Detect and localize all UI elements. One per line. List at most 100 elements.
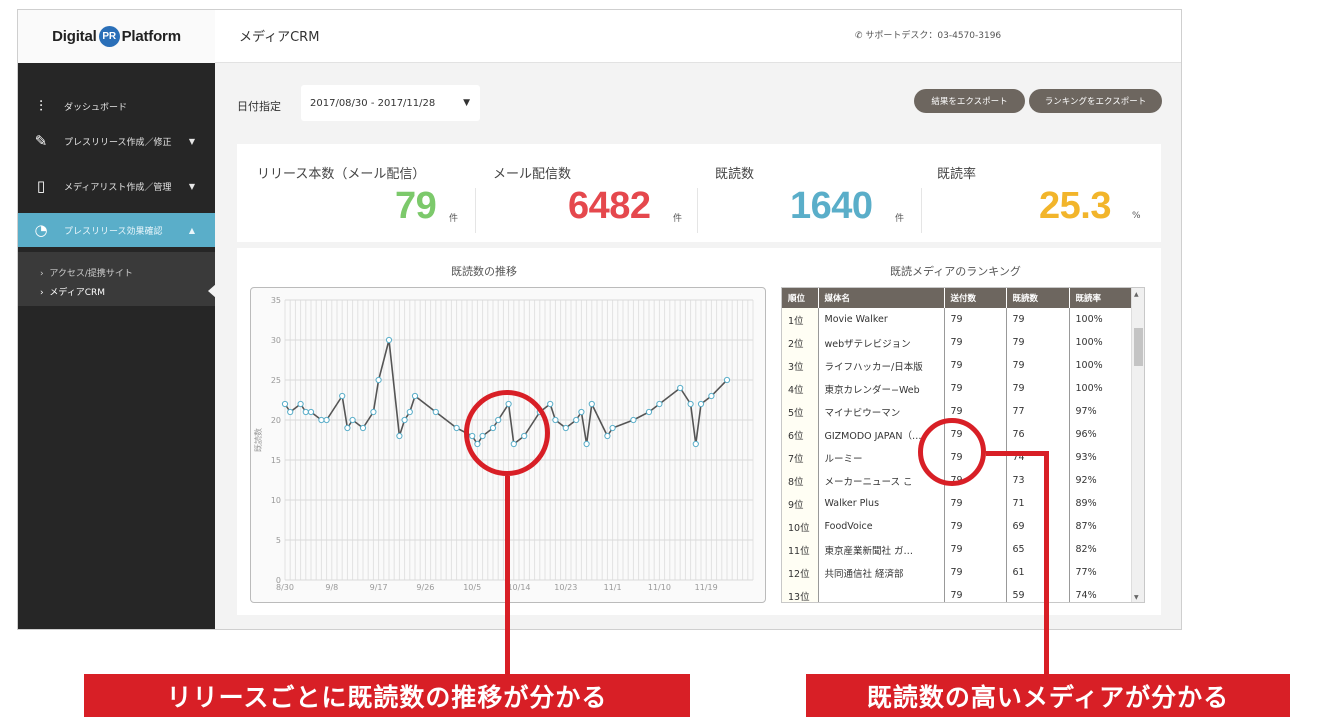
table-scrollbar[interactable]: ▲ ▼ bbox=[1131, 288, 1144, 602]
table-row[interactable]: 12位 共同通信社 経済部 79 61 77% bbox=[782, 561, 1133, 584]
notebook-icon: ▯ bbox=[36, 177, 46, 195]
table-cell: 100% bbox=[1069, 354, 1133, 377]
x-tick-label: 9/17 bbox=[370, 583, 388, 592]
stat-value-releases: 79 bbox=[395, 185, 437, 227]
table-cell: ライフハッカー/日本版 bbox=[818, 354, 945, 377]
table-cell: FoodVoice bbox=[818, 515, 945, 538]
ranking-header-cell[interactable]: 既読数 bbox=[1006, 288, 1070, 308]
logo-mark: PR bbox=[98, 26, 120, 47]
topbar: メディアCRM ✆ サポートデスク：03-4570-3196 bbox=[215, 10, 1181, 63]
table-cell: 79 bbox=[944, 331, 1007, 354]
x-tick-label: 11/1 bbox=[604, 583, 622, 592]
scroll-down-icon[interactable]: ▼ bbox=[1134, 594, 1139, 601]
data-point bbox=[375, 376, 382, 384]
logo[interactable]: Digital PR Platform bbox=[18, 10, 215, 63]
y-tick-label: 35 bbox=[271, 296, 281, 305]
divider bbox=[697, 188, 698, 233]
x-tick-label: 11/10 bbox=[648, 583, 671, 592]
data-point bbox=[645, 408, 653, 416]
table-cell: 74% bbox=[1069, 584, 1133, 602]
table-cell: 93% bbox=[1069, 446, 1133, 469]
stat-unit: 件 bbox=[895, 214, 905, 224]
scroll-up-icon[interactable]: ▲ bbox=[1134, 291, 1139, 298]
table-cell: 82% bbox=[1069, 538, 1133, 561]
x-tick-label: 11/19 bbox=[695, 583, 718, 592]
data-point bbox=[370, 408, 377, 416]
x-tick-label: 9/26 bbox=[416, 583, 434, 592]
table-cell: 79 bbox=[944, 308, 1007, 331]
y-tick-label: 5 bbox=[276, 536, 281, 545]
table-cell: 2位 bbox=[782, 331, 819, 354]
data-point bbox=[339, 392, 346, 400]
export-ranking-button[interactable]: ランキングをエクスポート bbox=[1029, 89, 1162, 113]
table-cell: 3位 bbox=[782, 354, 819, 377]
table-cell: 77 bbox=[1006, 400, 1070, 423]
data-point bbox=[349, 416, 356, 424]
stat-value-rate: 25.3 bbox=[1039, 185, 1111, 227]
stat-label-releases: リリース本数（メール配信） bbox=[257, 167, 426, 182]
chevron-down-icon: ▼ bbox=[188, 136, 195, 146]
x-tick-label: 8/30 bbox=[276, 583, 294, 592]
subnav-item-media-crm[interactable]: › メディアCRM bbox=[40, 285, 105, 298]
sidebar: Digital PR Platform ⫶ ダッシュボード ✎ プレスリリース作… bbox=[18, 10, 216, 629]
table-cell: 97% bbox=[1069, 400, 1133, 423]
table-row[interactable]: 9位 Walker Plus 79 71 89% bbox=[782, 492, 1133, 515]
divider bbox=[921, 188, 922, 233]
subnav-item-access[interactable]: › アクセス/提携サイト bbox=[40, 266, 133, 279]
chart-title: 既読数の推移 bbox=[451, 265, 517, 278]
data-point bbox=[656, 400, 663, 408]
table-cell: 79 bbox=[944, 561, 1007, 584]
table-row[interactable]: 13位 79 59 74% bbox=[782, 584, 1133, 602]
date-range-select[interactable]: 2017/08/30 - 2017/11/28 ▼ bbox=[301, 85, 480, 121]
chevron-up-icon: ▲ bbox=[188, 225, 195, 235]
export-results-button[interactable]: 結果をエクスポート bbox=[914, 89, 1025, 113]
y-axis-label: 既読数 bbox=[253, 428, 263, 452]
table-cell: 77% bbox=[1069, 561, 1133, 584]
date-range-value: 2017/08/30 - 2017/11/28 bbox=[310, 97, 436, 109]
data-point bbox=[677, 384, 684, 392]
ranking-header-cell[interactable]: 送付数 bbox=[944, 288, 1007, 308]
table-row[interactable]: 1位 Movie Walker 79 79 100% bbox=[782, 308, 1133, 331]
sidebar-item-effect-check[interactable]: ◔ プレスリリース効果確認 ▲ bbox=[18, 213, 215, 247]
data-point bbox=[396, 432, 403, 440]
pie-chart-icon: ◔ bbox=[34, 221, 48, 239]
data-point bbox=[281, 400, 289, 408]
table-cell: Walker Plus bbox=[818, 492, 945, 515]
sidebar-item-dashboard[interactable]: ⫶ ダッシュボード bbox=[18, 90, 215, 122]
data-point bbox=[287, 408, 294, 416]
scroll-thumb[interactable] bbox=[1134, 328, 1143, 366]
table-row[interactable]: 4位 東京カレンダー−Web 79 79 100% bbox=[782, 377, 1133, 400]
date-filter-label: 日付指定 bbox=[237, 100, 281, 113]
data-point bbox=[307, 408, 315, 416]
table-cell: Movie Walker bbox=[818, 308, 945, 331]
leader-line-chart bbox=[505, 476, 510, 674]
stat-unit: 件 bbox=[449, 214, 459, 224]
edit-icon: ✎ bbox=[34, 132, 48, 150]
table-row[interactable]: 10位 FoodVoice 79 69 87% bbox=[782, 515, 1133, 538]
data-point bbox=[323, 416, 330, 424]
ranking-header-row: 順位 媒体名 送付数 既読数 既読率 bbox=[782, 288, 1133, 308]
support-desk: ✆ サポートデスク：03-4570-3196 bbox=[855, 28, 1001, 41]
subnav: › アクセス/提携サイト › メディアCRM bbox=[18, 252, 215, 306]
table-cell: 79 bbox=[944, 538, 1007, 561]
y-tick-label: 20 bbox=[271, 416, 281, 425]
table-row[interactable]: 2位 webザテレビジョン 79 79 100% bbox=[782, 331, 1133, 354]
table-cell: 79 bbox=[1006, 331, 1070, 354]
table-cell: 9位 bbox=[782, 492, 819, 515]
table-cell: 73 bbox=[1006, 469, 1070, 492]
table-cell: マイナビウーマン bbox=[818, 400, 945, 423]
table-row[interactable]: 3位 ライフハッカー/日本版 79 79 100% bbox=[782, 354, 1133, 377]
data-point bbox=[578, 408, 585, 416]
data-point bbox=[630, 416, 637, 424]
ranking-header-cell[interactable]: 順位 bbox=[782, 288, 819, 308]
sidebar-item-label: メディアリスト作成／管理 bbox=[64, 182, 172, 193]
data-point bbox=[411, 392, 419, 400]
table-cell: 79 bbox=[944, 354, 1007, 377]
sidebar-item-media-list[interactable]: ▯ メディアリスト作成／管理 ▼ bbox=[18, 170, 215, 202]
stat-label-read: 既読数 bbox=[715, 167, 755, 182]
callout-right: 既読数の高いメディアが分かる bbox=[806, 674, 1290, 717]
ranking-header-cell[interactable]: 媒体名 bbox=[818, 288, 945, 308]
sidebar-item-press-release-edit[interactable]: ✎ プレスリリース作成／修正 ▼ bbox=[18, 125, 215, 157]
table-row[interactable]: 11位 東京産業新聞社 ガ… 79 65 82% bbox=[782, 538, 1133, 561]
ranking-header-cell[interactable]: 既読率 bbox=[1069, 288, 1133, 308]
